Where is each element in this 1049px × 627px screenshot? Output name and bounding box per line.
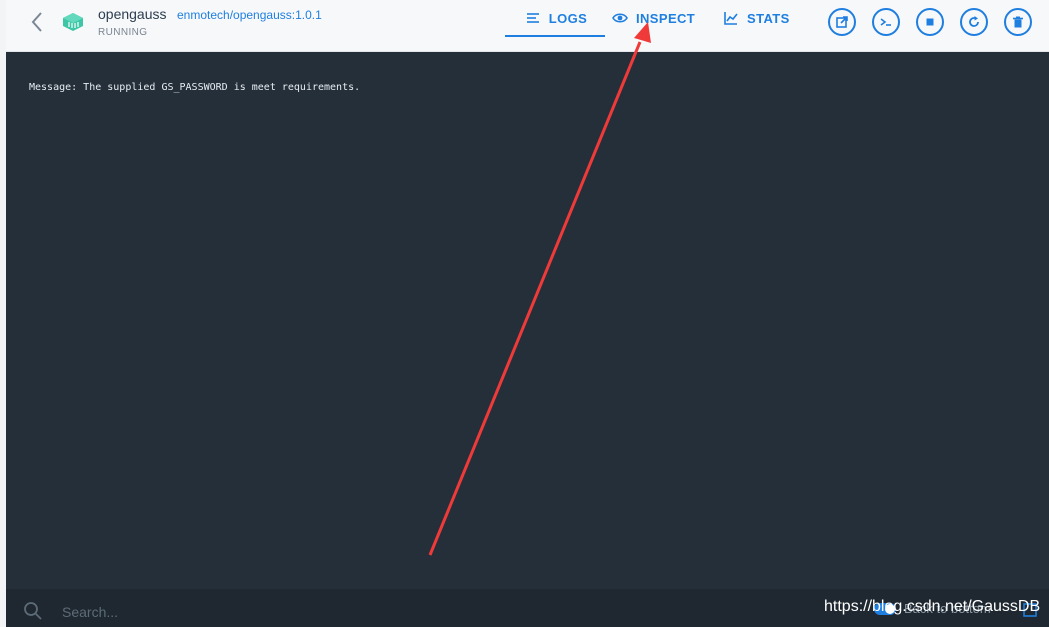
container-name: opengauss [98, 6, 167, 22]
tab-logs-label: LOGS [548, 10, 588, 26]
terminal-icon [880, 18, 891, 26]
active-tab-indicator [505, 35, 605, 37]
cli-button[interactable] [872, 8, 900, 36]
search-input[interactable] [60, 599, 424, 625]
stop-icon [926, 18, 934, 26]
open-browser-button[interactable] [828, 8, 856, 36]
trash-icon [1013, 16, 1023, 28]
chart-icon [724, 12, 738, 25]
tab-logs[interactable]: LOGS [506, 0, 606, 36]
log-line: Message: The supplied GS_PASSWORD is mee… [29, 82, 361, 93]
eye-icon [612, 13, 628, 23]
back-button[interactable] [26, 10, 48, 34]
tab-stats-label: STATS [747, 10, 790, 26]
tab-inspect[interactable]: INSPECT [612, 0, 712, 36]
logs-icon [526, 13, 539, 23]
back-to-bottom-label: Back to bottom [904, 601, 991, 616]
log-output[interactable]: Message: The supplied GS_PASSWORD is mee… [6, 52, 1049, 589]
delete-button[interactable] [1004, 8, 1032, 36]
container-status: RUNNING [98, 27, 148, 38]
chevron-left-icon [31, 12, 42, 32]
tab-stats[interactable]: STATS [723, 0, 803, 36]
expand-icon[interactable] [1022, 602, 1038, 618]
tab-inspect-label: INSPECT [636, 10, 696, 26]
restart-button[interactable] [960, 8, 988, 36]
log-toolbar: Back to bottom [6, 589, 1049, 627]
image-link[interactable]: enmotech/opengauss:1.0.1 [177, 8, 322, 22]
app-window: opengauss enmotech/opengauss:1.0.1 RUNNI… [0, 0, 1049, 627]
toggle-switch[interactable] [874, 602, 896, 615]
stop-button[interactable] [916, 8, 944, 36]
back-to-bottom-toggle[interactable]: Back to bottom [874, 601, 991, 616]
container-header: opengauss enmotech/opengauss:1.0.1 RUNNI… [6, 0, 1049, 52]
restart-icon [969, 16, 979, 27]
search-icon [24, 602, 42, 620]
external-link-icon [836, 16, 848, 28]
container-icon [63, 13, 83, 31]
